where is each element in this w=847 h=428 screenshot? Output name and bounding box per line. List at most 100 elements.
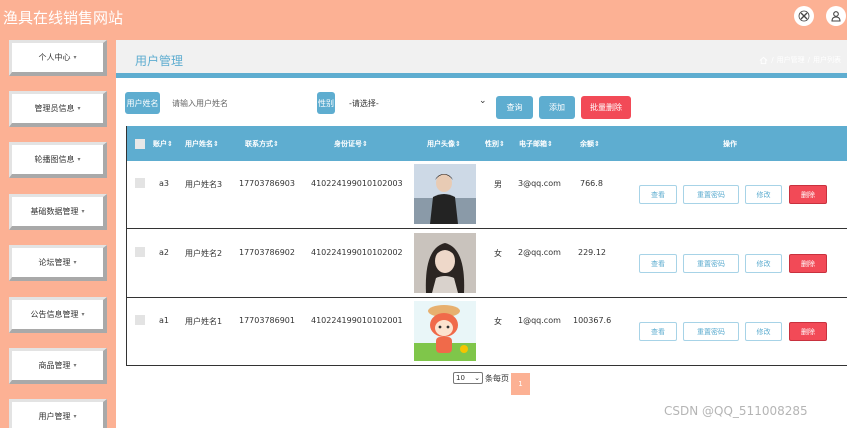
- header-email[interactable]: 电子邮箱⇕: [519, 139, 553, 149]
- cell-email: 1@qq.com: [518, 316, 561, 325]
- sidebar-item-carousel-info[interactable]: 轮播图信息 ▾: [9, 142, 107, 178]
- view-button[interactable]: 查看: [639, 254, 677, 273]
- sidebar-item-forum[interactable]: 论坛管理 ▾: [9, 245, 107, 281]
- edit-button[interactable]: 修改: [745, 254, 782, 273]
- delete-button[interactable]: 删除: [789, 254, 827, 273]
- cell-id-card: 410224199010102001: [311, 316, 403, 325]
- name-search-input[interactable]: 请输入用户姓名: [172, 92, 312, 114]
- page-title: 用户管理: [135, 54, 184, 68]
- chevron-down-icon: ▾: [81, 208, 85, 215]
- sidebar-item-label: 商品管理: [38, 361, 71, 370]
- site-title: 渔具在线销售网站: [3, 9, 124, 27]
- sidebar-item-users[interactable]: 用户管理 ▾: [9, 399, 107, 428]
- page-size-value: 10: [456, 374, 465, 382]
- edit-button[interactable]: 修改: [745, 322, 782, 341]
- reset-password-button[interactable]: 重置密码: [683, 185, 739, 204]
- cell-name: 用户姓名3: [185, 180, 223, 189]
- reset-password-button[interactable]: 重置密码: [683, 254, 739, 273]
- cell-phone: 17703786902: [239, 248, 295, 257]
- watermark: CSDN @QQ_511008285: [664, 404, 808, 418]
- header-gender[interactable]: 性别⇕: [485, 139, 505, 149]
- sidebar-item-label: 轮播图信息: [34, 155, 75, 164]
- photo-boy-icon: [414, 164, 476, 224]
- breadcrumb-separator: /: [771, 56, 774, 64]
- header-balance[interactable]: 余额⇕: [580, 139, 600, 149]
- header-phone[interactable]: 联系方式⇕: [245, 139, 279, 149]
- breadcrumb: / 用户管理 / 用户列表: [759, 55, 841, 65]
- add-button[interactable]: 添加: [539, 96, 575, 119]
- reset-password-button[interactable]: 重置密码: [683, 322, 739, 341]
- table-row: a3 用户姓名3 17703786903 410224199010102003 …: [127, 161, 847, 229]
- sidebar-item-products[interactable]: 商品管理 ▾: [9, 348, 107, 384]
- cell-balance: 229.12: [578, 248, 606, 257]
- sidebar-item-label: 公告信息管理: [30, 310, 79, 319]
- name-label: 用户姓名: [125, 92, 160, 114]
- cell-phone: 17703786901: [239, 316, 295, 325]
- header-divider: [116, 73, 847, 78]
- sidebar-item-label: 用户管理: [38, 412, 71, 421]
- sidebar-item-label: 基础数据管理: [30, 207, 79, 216]
- chevron-down-icon: ▾: [73, 413, 77, 420]
- sidebar-item-personal-center[interactable]: 个人中心 ▾: [9, 40, 107, 76]
- sidebar-item-admin-info[interactable]: 管理员信息 ▾: [9, 91, 107, 127]
- chevron-down-icon: ▾: [81, 311, 85, 318]
- cell-account: a1: [159, 316, 169, 325]
- pagination: 10 ⌄ 条每页: [453, 372, 509, 384]
- per-page-label: 条每页: [485, 373, 509, 383]
- cell-account: a2: [159, 248, 169, 257]
- row-checkbox[interactable]: [135, 315, 145, 325]
- user-table: 账户⇕ 用户姓名⇕ 联系方式⇕ 身份证号⇕ 用户头像⇕ 性别⇕ 电子邮箱⇕ 余额…: [126, 126, 847, 366]
- header-actions: 操作: [723, 140, 737, 148]
- batch-delete-button[interactable]: 批量删除: [581, 96, 631, 119]
- row-checkbox[interactable]: [135, 247, 145, 257]
- chevron-down-icon: ▾: [77, 105, 81, 112]
- cartoon-icon: [414, 301, 476, 361]
- sidebar-item-basic-data[interactable]: 基础数据管理 ▾: [9, 194, 107, 230]
- sidebar-item-announcement[interactable]: 公告信息管理 ▾: [9, 297, 107, 333]
- cell-account: a3: [159, 179, 169, 188]
- delete-button[interactable]: 删除: [789, 185, 827, 204]
- page-size-select[interactable]: 10 ⌄: [453, 372, 483, 384]
- page-header: [116, 40, 847, 73]
- header-account[interactable]: 账户⇕: [153, 139, 173, 149]
- delete-button[interactable]: 删除: [789, 322, 827, 341]
- edit-button[interactable]: 修改: [745, 185, 782, 204]
- row-checkbox[interactable]: [135, 178, 145, 188]
- cell-gender: 女: [494, 249, 502, 258]
- cell-balance: 766.8: [580, 179, 603, 188]
- user-icon[interactable]: [826, 6, 846, 26]
- breadcrumb-separator: /: [807, 56, 810, 64]
- cell-id-card: 410224199010102003: [311, 179, 403, 188]
- chevron-down-icon: ⌄: [479, 96, 487, 106]
- avatar: [414, 233, 476, 293]
- avatar: [414, 164, 476, 224]
- view-button[interactable]: 查看: [639, 322, 677, 341]
- chevron-down-icon: ▾: [73, 259, 77, 266]
- select-all-checkbox[interactable]: [135, 139, 145, 149]
- header-id-card[interactable]: 身份证号⇕: [334, 139, 368, 149]
- sidebar-item-label: 论坛管理: [38, 258, 71, 267]
- header-avatar[interactable]: 用户头像⇕: [427, 139, 461, 149]
- table-row: a2 用户姓名2 17703786902 410224199010102002 …: [127, 230, 847, 298]
- gender-select[interactable]: -请选择-: [349, 92, 489, 114]
- chevron-down-icon: ▾: [77, 156, 81, 163]
- view-button[interactable]: 查看: [639, 185, 677, 204]
- query-button[interactable]: 查询: [496, 96, 533, 119]
- sidebar-item-label: 个人中心: [38, 53, 71, 62]
- breadcrumb-item[interactable]: 用户管理: [777, 55, 805, 65]
- close-circle-icon[interactable]: [794, 6, 814, 26]
- sidebar: 个人中心 ▾ 管理员信息 ▾ 轮播图信息 ▾ 基础数据管理 ▾ 论坛管理 ▾ 公告信息管理…: [0, 40, 116, 428]
- cell-phone: 17703786903: [239, 179, 295, 188]
- sidebar-item-label: 管理员信息: [34, 104, 75, 113]
- home-icon[interactable]: [759, 56, 768, 65]
- top-bar: 渔具在线销售网站: [0, 0, 847, 40]
- table-header: 账户⇕ 用户姓名⇕ 联系方式⇕ 身份证号⇕ 用户头像⇕ 性别⇕ 电子邮箱⇕ 余额…: [127, 126, 847, 161]
- page-number-current[interactable]: 1: [511, 373, 530, 395]
- header-name[interactable]: 用户姓名⇕: [185, 139, 219, 149]
- cell-gender: 男: [494, 180, 502, 189]
- cell-email: 2@qq.com: [518, 248, 561, 257]
- cell-name: 用户姓名2: [185, 249, 223, 258]
- chevron-down-icon: ▾: [73, 54, 77, 61]
- table-row: a1 用户姓名1 17703786901 410224199010102001 …: [127, 298, 847, 366]
- cell-name: 用户姓名1: [185, 317, 223, 326]
